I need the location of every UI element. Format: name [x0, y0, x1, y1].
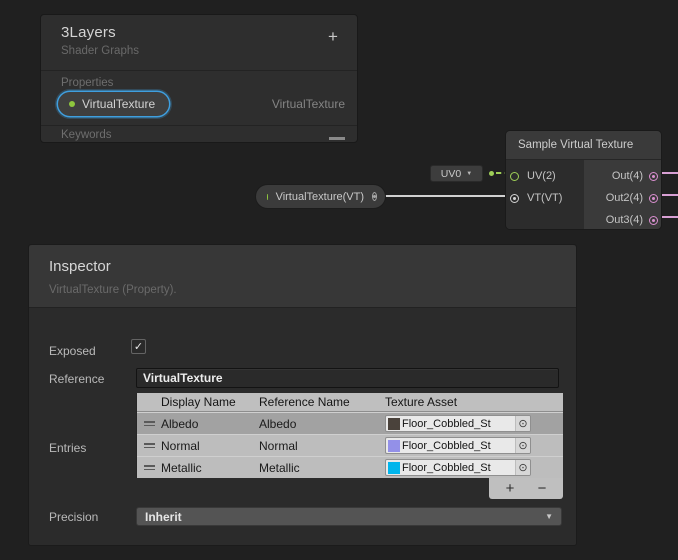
port-uv-icon[interactable] [510, 172, 519, 181]
cell-reference-name: Normal [259, 439, 385, 453]
input-row-vt: VT(VT) [506, 187, 584, 209]
exposed-checkbox[interactable]: ✓ [131, 339, 146, 354]
reference-label: Reference [49, 372, 104, 386]
reference-input[interactable] [136, 368, 559, 388]
property-pill-virtualtexture[interactable]: VirtualTexture [58, 92, 169, 116]
output-row-out3: Out3(4) [584, 209, 661, 230]
graph-subtitle: Shader Graphs [61, 45, 345, 57]
precision-dropdown[interactable]: Inherit ▼ [136, 507, 562, 526]
entries-table: Display Name Reference Name Texture Asse… [136, 393, 563, 478]
blackboard-header: 3Layers Shader Graphs + [41, 15, 357, 71]
precision-label: Precision [49, 510, 98, 524]
property-node-virtualtexture[interactable]: VirtualTexture(VT) [255, 184, 386, 209]
port-out3-icon[interactable] [649, 216, 658, 225]
chevron-down-icon: ▼ [545, 512, 553, 521]
resize-handle[interactable] [329, 137, 345, 140]
chevron-down-icon: ▼ [466, 171, 472, 177]
port-out2-label: Out2(4) [606, 192, 643, 204]
property-row: VirtualTexture VirtualTexture [41, 92, 357, 126]
port-out1-icon[interactable] [649, 172, 658, 181]
port-uv-label: UV(2) [527, 170, 556, 182]
entries-label: Entries [49, 441, 86, 455]
property-name: VirtualTexture [82, 97, 155, 111]
remove-entry-button[interactable]: − [531, 480, 553, 498]
inspector-title: Inspector [49, 258, 556, 275]
port-vt-icon[interactable] [510, 194, 519, 203]
add-property-icon[interactable]: + [323, 27, 343, 47]
uv-channel-value: UV0 [441, 168, 461, 180]
blackboard-panel: 3Layers Shader Graphs + Properties Virtu… [40, 14, 358, 143]
port-out2-icon[interactable] [649, 194, 658, 203]
property-dot-icon [267, 194, 268, 200]
output-row-out1: Out(4) [584, 165, 661, 187]
add-entry-button[interactable]: + [499, 480, 521, 498]
texture-asset-name: Floor_Cobbled_St [402, 462, 515, 474]
output-row-out2: Out2(4) [584, 187, 661, 209]
texture-swatch [388, 418, 400, 430]
object-picker-icon[interactable]: ⊙ [515, 438, 530, 453]
graph-title: 3Layers [61, 24, 345, 41]
checkmark-icon: ✓ [134, 340, 143, 353]
node-outputs: Out(4) Out2(4) Out3(4) [584, 160, 661, 229]
cell-display-name: Albedo [161, 417, 259, 431]
inspector-header: Inspector VirtualTexture (Property). [29, 245, 576, 308]
port-out1-label: Out(4) [612, 170, 643, 182]
property-output-port[interactable] [372, 192, 377, 201]
node-title: Sample Virtual Texture [506, 131, 661, 160]
inspector-panel: Inspector VirtualTexture (Property). Exp… [28, 244, 577, 546]
texture-asset-name: Floor_Cobbled_St [402, 440, 515, 452]
entries-table-footer: + − [489, 478, 563, 499]
exposed-label: Exposed [49, 344, 96, 358]
drag-handle-icon[interactable] [137, 421, 161, 426]
edge-vt-to-node[interactable] [384, 195, 514, 197]
entries-table-header: Display Name Reference Name Texture Asse… [137, 393, 563, 412]
uv-channel-dropdown[interactable]: UV0 ▼ [430, 165, 483, 182]
cell-display-name: Normal [161, 439, 259, 453]
texture-asset-name: Floor_Cobbled_St [402, 418, 515, 430]
cell-reference-name: Metallic [259, 461, 385, 475]
table-row-normal[interactable]: Normal Normal Floor_Cobbled_St ⊙ [137, 434, 563, 456]
column-reference-name: Reference Name [259, 395, 385, 409]
table-row-albedo[interactable]: Albedo Albedo Floor_Cobbled_St ⊙ [137, 412, 563, 434]
texture-swatch [388, 440, 400, 452]
property-type-label: VirtualTexture [272, 97, 345, 111]
column-display-name: Display Name [137, 395, 259, 409]
sample-virtual-texture-node[interactable]: Sample Virtual Texture UV(2) VT(VT) Out(… [505, 130, 662, 230]
texture-asset-field[interactable]: Floor_Cobbled_St ⊙ [385, 437, 531, 454]
object-picker-icon[interactable]: ⊙ [515, 460, 530, 475]
drag-handle-icon[interactable] [137, 465, 161, 470]
column-texture-asset: Texture Asset [385, 395, 563, 409]
drag-handle-icon[interactable] [137, 443, 161, 448]
properties-section-label: Properties [41, 71, 357, 89]
precision-value: Inherit [145, 510, 545, 524]
property-node-label: VirtualTexture(VT) [276, 191, 364, 203]
port-vt-label: VT(VT) [527, 192, 562, 204]
keywords-section-label: Keywords [41, 126, 357, 141]
object-picker-icon[interactable]: ⊙ [515, 416, 530, 431]
input-row-uv: UV(2) [506, 165, 584, 187]
port-out3-label: Out3(4) [606, 214, 643, 226]
inspector-subtitle: VirtualTexture (Property). [49, 284, 556, 296]
texture-swatch [388, 462, 400, 474]
uv-default-port-icon [489, 171, 494, 176]
property-dot-icon [69, 101, 75, 107]
node-inputs: UV(2) VT(VT) [506, 160, 584, 229]
table-row-metallic[interactable]: Metallic Metallic Floor_Cobbled_St ⊙ [137, 456, 563, 478]
cell-display-name: Metallic [161, 461, 259, 475]
texture-asset-field[interactable]: Floor_Cobbled_St ⊙ [385, 415, 531, 432]
texture-asset-field[interactable]: Floor_Cobbled_St ⊙ [385, 459, 531, 476]
cell-reference-name: Albedo [259, 417, 385, 431]
